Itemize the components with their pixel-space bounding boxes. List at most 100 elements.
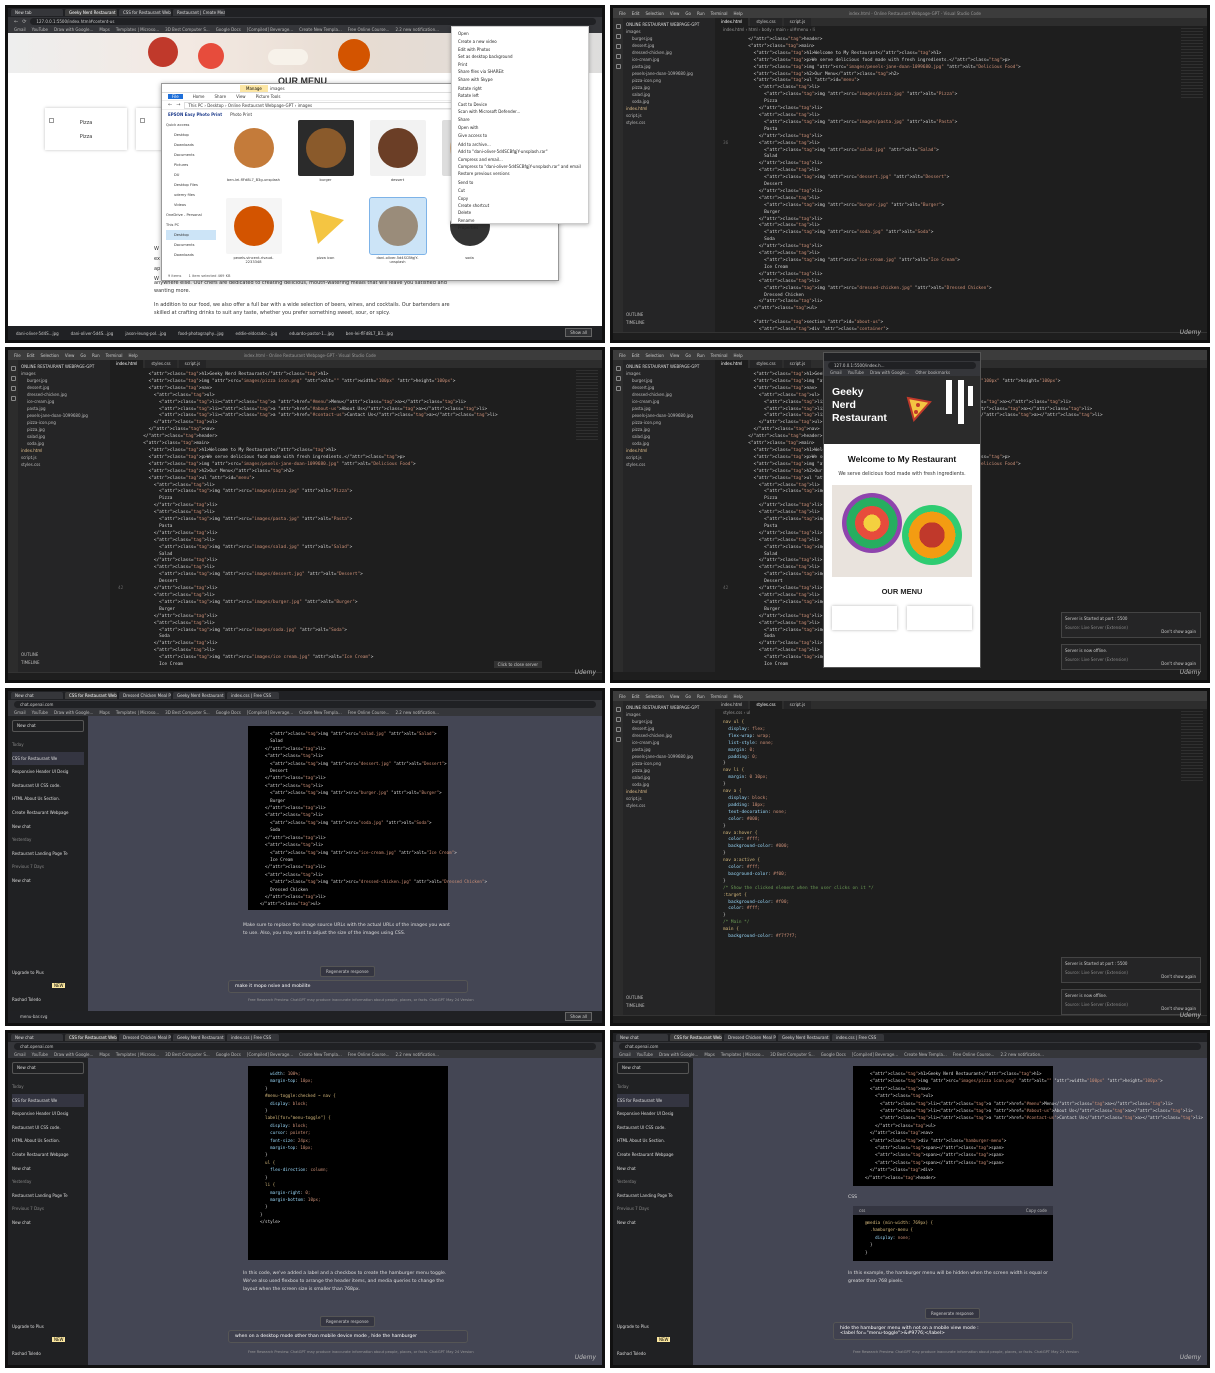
source-control-icon[interactable]: [615, 386, 621, 391]
code-line[interactable]: </"attr">class="tag">nav>: [865, 1129, 1041, 1136]
nav-pane-item[interactable]: Documents: [166, 150, 216, 160]
download-item[interactable]: jason-leung-poI...jpg: [125, 331, 166, 336]
code-line[interactable]: color: #000;: [723, 817, 1199, 824]
menu-item[interactable]: Selection: [645, 11, 663, 16]
code-editor[interactable]: index.html styles.css script.js <"attr">cl…: [110, 360, 602, 672]
bookmark-item[interactable]: 3D Best Computer S...: [165, 710, 210, 715]
code-line[interactable]: <"attr">class="tag">li>: [723, 251, 1199, 258]
explorer-file[interactable]: dressed-chicken.jpg: [21, 391, 107, 398]
code-line[interactable]: <"attr">class="tag">img "attr">src="soda…: [260, 819, 436, 826]
code-line[interactable]: </"attr">class="tag">li>: [723, 272, 1199, 279]
explorer-file[interactable]: images: [21, 370, 107, 377]
address-bar[interactable]: chat.openai.com: [619, 1043, 1201, 1050]
bookmark-item[interactable]: Free Online Course...: [953, 1052, 995, 1057]
search-icon[interactable]: [10, 376, 16, 381]
nav-pane-item[interactable]: Pictures: [166, 160, 216, 170]
code-line[interactable]: </"attr">class="tag">ul>: [260, 900, 436, 907]
bookmark-item[interactable]: YouTube: [32, 27, 48, 32]
nav-menu-bars[interactable]: [942, 380, 974, 430]
menu-item[interactable]: Edit: [632, 353, 640, 358]
explorer-file[interactable]: images: [626, 711, 712, 718]
ribbon-tab[interactable]: Home: [193, 94, 205, 99]
bookmark-item[interactable]: Gmail: [14, 27, 26, 32]
bookmark-item[interactable]: Draw with Google...: [54, 1052, 93, 1057]
code-line[interactable]: <"attr">class="tag">div "attr">class="ha…: [865, 1137, 1041, 1144]
explorer-file[interactable]: ice-cream.jpg: [626, 739, 712, 746]
bookmark-item[interactable]: Maps: [99, 27, 110, 32]
code-line[interactable]: nav a:hover {: [723, 831, 1199, 838]
bookmark-item[interactable]: Templates | Microso...: [116, 27, 159, 32]
code-line[interactable]: <"attr">class="tag">p>We serve delicious…: [118, 455, 594, 462]
editor-tab[interactable]: script.js: [178, 360, 207, 368]
photo-print-button[interactable]: Photo Print: [230, 112, 252, 117]
explorer-file[interactable]: ice-cream.jpg: [626, 398, 712, 405]
chat-history-item[interactable]: CSS for Restaurant We: [12, 751, 84, 766]
code-line[interactable]: Pasta: [118, 524, 594, 531]
menu-card[interactable]: [832, 606, 897, 630]
file-thumbnail[interactable]: [226, 198, 282, 254]
code-line[interactable]: Burger: [260, 797, 436, 804]
browser-tab[interactable]: Restaurant | Create Meal Pictures: [173, 9, 225, 16]
context-menu-item[interactable]: Open with: [458, 124, 582, 131]
editor-tab[interactable]: styles.css: [750, 18, 782, 26]
code-line[interactable]: </"attr">class="tag">li>: [260, 893, 436, 900]
code-line[interactable]: </"attr">class="tag">li>: [260, 745, 436, 752]
explorer-file[interactable]: dressed-chicken.jpg: [626, 732, 712, 739]
timeline-section[interactable]: TIMELINE: [626, 319, 645, 326]
code-line[interactable]: background-color: #000;: [723, 844, 1199, 851]
explorer-file[interactable]: images: [626, 370, 712, 377]
ribbon-tab[interactable]: View: [236, 94, 246, 99]
code-line[interactable]: li {: [260, 1181, 436, 1188]
menu-item[interactable]: Terminal: [711, 694, 728, 699]
menu-item[interactable]: File: [619, 694, 626, 699]
context-menu-item[interactable]: Send to: [458, 179, 582, 186]
bookmark-item[interactable]: [Compiled] Beverage...: [247, 710, 293, 715]
bookmark-item[interactable]: Create New Templa...: [299, 710, 342, 715]
menu-item[interactable]: View: [65, 353, 75, 358]
code-line[interactable]: margin-top: 10px;: [260, 1144, 436, 1151]
dont-show-again-button[interactable]: Don't show again: [1161, 974, 1196, 979]
code-line[interactable]: <"attr">class="tag">li>: [723, 113, 1199, 120]
explorer-file[interactable]: soda.jpg: [626, 440, 712, 447]
bookmark-item[interactable]: [Compiled] Beverage...: [247, 1052, 293, 1057]
chat-history-item[interactable]: New chat: [617, 1216, 689, 1230]
browser-tab[interactable]: Geeky Nerd Restaurant: [778, 1034, 830, 1041]
code-line[interactable]: <"attr">class="tag">img "attr">src="ice-…: [260, 849, 457, 856]
code-line[interactable]: <"attr">class="tag">li>: [260, 811, 436, 818]
code-line[interactable]: <"attr">class="tag">li><"attr">class="ta…: [865, 1114, 1203, 1121]
explorer-file[interactable]: burger.jpg: [626, 718, 712, 725]
code-line[interactable]: <"attr">class="tag">img "attr">src="imag…: [118, 572, 594, 579]
code-line[interactable]: </"attr">class="tag">div>: [865, 1166, 1041, 1173]
explorer-file[interactable]: index.html: [626, 105, 712, 112]
code-line[interactable]: </style>: [260, 1218, 436, 1225]
copy-code-button[interactable]: Copy code: [1026, 1208, 1047, 1213]
menu-item[interactable]: View: [670, 694, 680, 699]
code-line[interactable]: }: [260, 1151, 436, 1158]
bookmark-item[interactable]: Create New Templa...: [299, 27, 342, 32]
code-line[interactable]: </"attr">class="tag">li>: [118, 614, 594, 621]
bookmark-item[interactable]: Templates | Microso...: [721, 1052, 764, 1057]
code-line[interactable]: background-color: #f7f7f7;: [723, 934, 1199, 941]
menu-item[interactable]: File: [14, 353, 21, 358]
menu-item[interactable]: Run: [697, 694, 705, 699]
code-line[interactable]: </"attr">class="tag">header>: [723, 37, 1199, 44]
code-line[interactable]: list-style: none;: [723, 741, 1199, 748]
explorer-file[interactable]: burger.jpg: [626, 35, 712, 42]
code-line[interactable]: <"attr">class="tag">li>: [723, 279, 1199, 286]
debug-icon[interactable]: [615, 737, 621, 742]
code-line[interactable]: </"attr">class="tag">li>: [260, 774, 436, 781]
file-thumbnail[interactable]: [369, 197, 427, 255]
bookmark-item[interactable]: Gmail: [619, 1052, 631, 1057]
search-icon[interactable]: [615, 376, 621, 381]
debug-icon[interactable]: [10, 396, 16, 401]
explorer-file[interactable]: index.html: [626, 788, 712, 795]
chat-history-item[interactable]: New chat: [12, 1162, 84, 1176]
code-line[interactable]: }: [723, 824, 1199, 831]
bookmark-item[interactable]: Other bookmarks: [915, 370, 950, 375]
code-line[interactable]: nav li {: [723, 768, 1199, 775]
chat-history-item[interactable]: New chat: [617, 1162, 689, 1176]
code-line[interactable]: }: [723, 879, 1199, 886]
code-lines[interactable]: </"attr">class="tag">header> <"attr">cla…: [715, 33, 1207, 340]
code-lines[interactable]: nav ul { display: flex; flex-wrap: wrap;…: [715, 716, 1207, 945]
nav-pane-item[interactable]: OneDrive - Personal: [166, 210, 216, 220]
